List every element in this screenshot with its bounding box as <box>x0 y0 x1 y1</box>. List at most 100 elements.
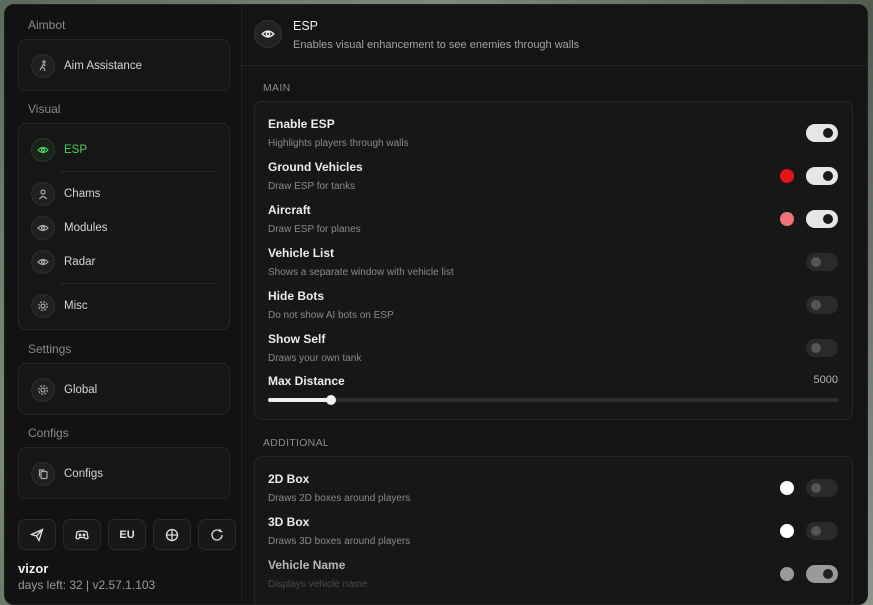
vehicle-list-toggle[interactable] <box>806 253 838 271</box>
row-title: Aircraft <box>268 203 311 217</box>
row-title: Max Distance <box>268 374 345 388</box>
row-title: Vehicle Name <box>268 558 346 572</box>
row-title: Ground Vehicles <box>268 160 363 174</box>
sidebar-item-aim-assistance[interactable]: Aim Assistance <box>31 53 142 79</box>
color-swatch[interactable] <box>780 481 794 495</box>
divider <box>59 171 217 172</box>
sidebar-item-label: Misc <box>64 300 88 312</box>
row-title: 2D Box <box>268 472 310 486</box>
2d-box-row: 2D Box Draws 2D boxes around players <box>255 472 852 512</box>
sidebar: Aimbot Aim Assistance Visual ESP Chams M… <box>5 5 242 604</box>
sidebar-item-label: Global <box>64 384 98 396</box>
toggle-knob <box>823 569 833 579</box>
row-title: 3D Box <box>268 515 310 529</box>
toggle-knob <box>811 526 821 536</box>
sidebar-item-label: ESP <box>64 144 88 156</box>
user-name: vizor <box>18 561 49 576</box>
toggle-knob <box>811 257 821 267</box>
row-description: Shows a separate window with vehicle lis… <box>268 267 454 278</box>
slider-thumb[interactable] <box>325 395 336 405</box>
eye-icon <box>31 250 55 274</box>
section-title-settings: Settings <box>28 342 72 356</box>
paper-plane-icon <box>30 527 44 542</box>
section-title-aimbot: Aimbot <box>28 18 66 32</box>
vehicle-name-toggle[interactable] <box>806 565 838 583</box>
toggle-knob <box>811 483 821 493</box>
sidebar-item-label: Configs <box>64 468 103 480</box>
region-button[interactable]: EU <box>108 519 146 550</box>
sidebar-item-misc[interactable]: Misc <box>31 293 88 319</box>
sidebar-item-chams[interactable]: Chams <box>31 181 100 207</box>
color-swatch[interactable] <box>780 524 794 538</box>
sidebar-item-label: Radar <box>64 256 96 268</box>
copy-icon <box>31 462 55 486</box>
vehicle-name-row: Vehicle Name Displays vehicle name <box>255 558 852 598</box>
sidebar-item-configs[interactable]: Configs <box>31 461 103 487</box>
refresh-button[interactable] <box>198 519 236 550</box>
aircraft-row: Aircraft Draw ESP for planes <box>255 203 852 243</box>
row-description: Draw ESP for tanks <box>268 181 356 192</box>
refresh-icon <box>211 528 223 541</box>
row-description: Do not show AI bots on ESP <box>268 310 394 321</box>
ground-vehicles-toggle[interactable] <box>806 167 838 185</box>
row-description: Draws 2D boxes around players <box>268 493 411 504</box>
3d-box-toggle[interactable] <box>806 522 838 540</box>
toggle-knob <box>823 171 833 181</box>
user-meta: days left: 32 | v2.57.1.103 <box>18 578 156 592</box>
toggle-knob <box>823 214 833 224</box>
page-subtitle: Enables visual enhancement to see enemie… <box>293 39 580 51</box>
toggle-knob <box>811 343 821 353</box>
row-description: Draw ESP for planes <box>268 224 361 235</box>
aircraft-toggle[interactable] <box>806 210 838 228</box>
globe-icon <box>165 528 179 541</box>
app-window: Aimbot Aim Assistance Visual ESP Chams M… <box>4 4 868 605</box>
hide-bots-row: Hide Bots Do not show AI bots on ESP <box>255 289 852 329</box>
sidebar-item-radar[interactable]: Radar <box>31 249 95 275</box>
discord-button[interactable] <box>63 519 101 550</box>
show-self-toggle[interactable] <box>806 339 838 357</box>
sidebar-item-modules[interactable]: Modules <box>31 215 107 241</box>
telegram-button[interactable] <box>18 519 56 550</box>
visual-group: ESP Chams Modules Radar Misc <box>18 123 230 330</box>
globe-button[interactable] <box>153 519 191 550</box>
row-title: Hide Bots <box>268 289 325 303</box>
row-title: Vehicle List <box>268 246 335 260</box>
eye-icon <box>254 20 282 48</box>
eye-icon <box>31 138 55 162</box>
gamepad-icon <box>75 529 89 540</box>
max-distance-row: Max Distance 5000 <box>255 374 852 414</box>
vehicle-list-row: Vehicle List Shows a separate window with… <box>255 246 852 286</box>
row-title: Enable ESP <box>268 117 335 131</box>
enable-esp-toggle[interactable] <box>806 124 838 142</box>
hide-bots-toggle[interactable] <box>806 296 838 314</box>
aimbot-group: Aim Assistance <box>18 39 230 91</box>
color-swatch[interactable] <box>780 567 794 581</box>
page-header: ESP Enables visual enhancement to see en… <box>242 5 867 66</box>
section-title-visual: Visual <box>28 102 61 116</box>
toggle-knob <box>823 128 833 138</box>
sidebar-item-global[interactable]: Global <box>31 377 97 403</box>
person-icon <box>31 182 55 206</box>
gear-icon <box>31 378 55 402</box>
2d-box-toggle[interactable] <box>806 479 838 497</box>
slider-fill <box>268 398 331 402</box>
sidebar-item-label: Chams <box>64 188 101 200</box>
divider <box>59 283 217 284</box>
toggle-knob <box>811 300 821 310</box>
row-description: Draws your own tank <box>268 353 362 364</box>
enable-esp-row: Enable ESP Highlights players through wal… <box>255 117 852 157</box>
configs-group: Configs <box>18 447 230 499</box>
row-description: Displays vehicle name <box>268 579 368 590</box>
row-description: Highlights players through walls <box>268 138 409 149</box>
sidebar-item-label: Aim Assistance <box>64 60 142 72</box>
color-swatch[interactable] <box>780 169 794 183</box>
section-title-configs: Configs <box>28 426 69 440</box>
max-distance-slider[interactable] <box>268 395 838 405</box>
bottom-toolbar: EU <box>18 519 236 550</box>
section-label-additional: ADDITIONAL <box>263 437 330 449</box>
show-self-row: Show Self Draws your own tank <box>255 332 852 372</box>
3d-box-row: 3D Box Draws 3D boxes around players <box>255 515 852 555</box>
color-swatch[interactable] <box>780 212 794 226</box>
sidebar-item-esp[interactable]: ESP <box>31 137 87 163</box>
settings-group: Global <box>18 363 230 415</box>
